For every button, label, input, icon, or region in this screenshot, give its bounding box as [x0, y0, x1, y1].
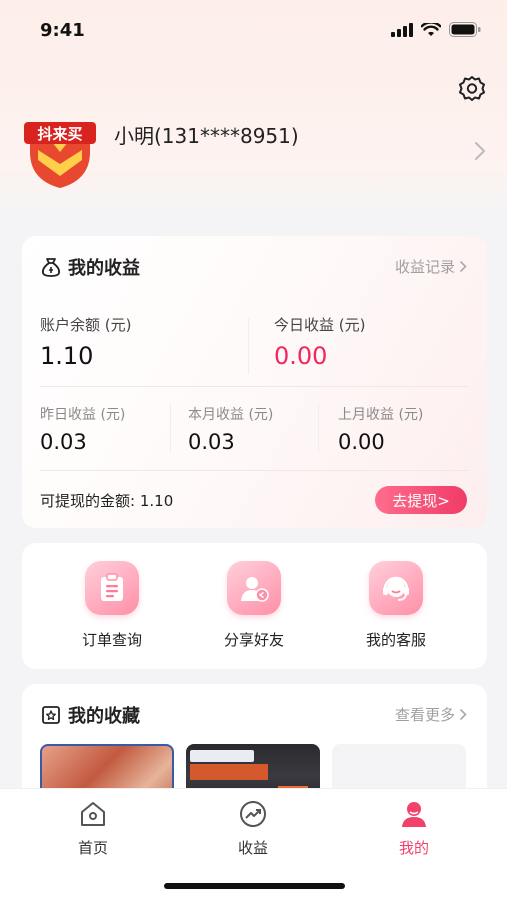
settings-button[interactable] [457, 74, 487, 104]
earnings-card: 我的收益 收益记录 账户余额 (元) 1.10 今日收益 (元) 0.00 昨日… [22, 236, 487, 528]
today-label: 今日收益 (元) [274, 316, 366, 334]
favorites-title-text: 我的收藏 [68, 706, 140, 727]
month-value: 0.03 [188, 430, 235, 454]
divider [318, 404, 319, 452]
balance-value: 1.10 [40, 342, 94, 370]
last-month-label: 上月收益 (元) [338, 407, 424, 423]
divider [40, 386, 469, 387]
tab-mine[interactable]: 我的 [374, 799, 454, 858]
chevron-right-icon [459, 708, 467, 721]
trend-icon [238, 799, 268, 829]
earnings-title-text: 我的收益 [68, 258, 140, 279]
view-more-link[interactable]: 查看更多 [395, 704, 467, 725]
balance-label: 账户余额 (元) [40, 316, 132, 334]
profile-chevron-icon[interactable] [473, 140, 487, 162]
tab-earnings-label: 收益 [237, 839, 268, 857]
home-icon [78, 799, 108, 829]
customer-service-label: 我的客服 [365, 631, 426, 649]
month-label: 本月收益 (元) [188, 407, 274, 423]
withdrawable-label: 可提现的金额: [40, 492, 136, 510]
order-query-button[interactable]: 订单查询 [52, 561, 172, 650]
app-logo: 抖来买 [24, 122, 96, 188]
divider [248, 318, 249, 374]
tab-home[interactable]: 首页 [53, 799, 133, 858]
username[interactable]: 小明(131****8951) [114, 120, 299, 149]
tab-mine-label: 我的 [398, 839, 429, 857]
divider [170, 404, 171, 452]
chevron-right-icon [459, 260, 467, 273]
status-time: 9:41 [40, 20, 85, 41]
product-band [190, 764, 268, 780]
share-friends-button[interactable]: 分享好友 [194, 561, 314, 650]
withdrawable-amount: 可提现的金额: 1.10 [40, 490, 173, 511]
earnings-record-link[interactable]: 收益记录 [395, 256, 467, 277]
logo-text: 抖来买 [37, 125, 82, 143]
earnings-title: 我的收益 [40, 254, 140, 280]
today-value: 0.00 [274, 342, 328, 370]
status-bar: 9:41 [0, 0, 507, 60]
avatar[interactable]: 抖来买 [22, 112, 98, 190]
status-icons [391, 22, 481, 37]
view-more-label: 查看更多 [394, 706, 455, 724]
yesterday-label: 昨日收益 (元) [40, 407, 126, 423]
profile-page: 9:41 抖来买 小明(131****8951) 我的收益 收益记录 账户余额 … [0, 0, 507, 900]
share-icon [227, 561, 281, 615]
divider [40, 470, 469, 471]
last-month-value: 0.00 [338, 430, 385, 454]
money-bag-icon [41, 258, 61, 277]
headset-icon [369, 561, 423, 615]
favorites-icon [42, 706, 60, 724]
yesterday-value: 0.03 [40, 430, 87, 454]
order-icon [85, 561, 139, 615]
user-icon [399, 799, 429, 829]
home-indicator [164, 883, 345, 889]
withdraw-button[interactable]: 去提现> [375, 486, 467, 514]
gear-icon [459, 76, 485, 101]
favorites-title: 我的收藏 [40, 702, 140, 728]
customer-service-button[interactable]: 我的客服 [336, 561, 456, 650]
share-friends-label: 分享好友 [223, 631, 284, 649]
tab-earnings[interactable]: 收益 [213, 799, 293, 858]
battery-icon [449, 22, 481, 37]
wifi-icon [421, 22, 441, 36]
quick-actions-card: 订单查询 分享好友 我的客服 [22, 543, 487, 669]
order-query-label: 订单查询 [81, 631, 142, 649]
tab-home-label: 首页 [77, 839, 108, 857]
signal-icon [391, 22, 413, 37]
product-label [190, 750, 254, 762]
earnings-record-label: 收益记录 [394, 258, 455, 276]
withdrawable-value: 1.10 [139, 492, 174, 510]
